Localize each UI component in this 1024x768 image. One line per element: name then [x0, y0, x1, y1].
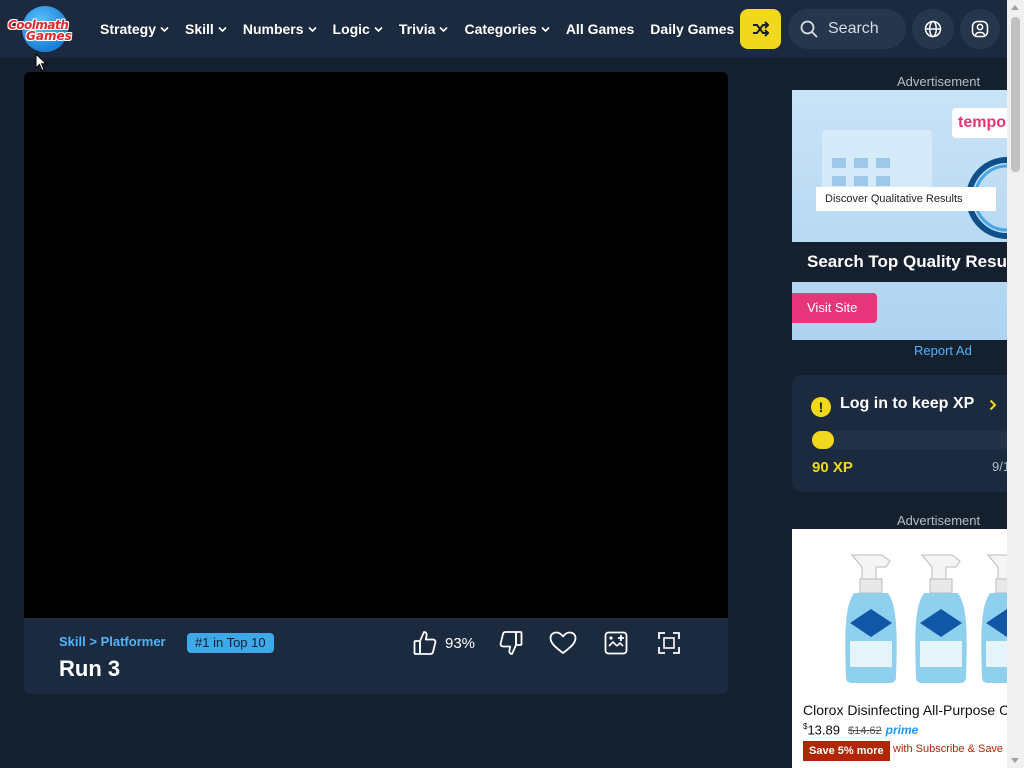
top-header: Coolmath Games Strategy Skill Numbers Lo…: [0, 0, 1024, 58]
nav-numbers[interactable]: Numbers: [243, 21, 317, 37]
globe-icon: [924, 20, 942, 38]
ad-pill-text: Discover Qualitative Results: [816, 187, 996, 211]
add-to-list-button[interactable]: [604, 628, 628, 658]
logo-line2: Games: [26, 29, 72, 43]
subscribe-save-text: with Subscribe & Save: [893, 743, 1004, 755]
nav-label: Trivia: [398, 21, 436, 37]
nav-label: Categories: [464, 21, 537, 37]
breadcrumb: Skill > Platformer: [59, 634, 166, 649]
language-button[interactable]: [912, 9, 954, 49]
visit-site-button[interactable]: Visit Site: [792, 293, 877, 323]
ad-product-clorox[interactable]: Clorox Disinfecting All-Purpose C $13.89…: [792, 529, 1007, 768]
ad-banner-tempo[interactable]: tempo Discover Qualitative Results Searc…: [792, 90, 1007, 340]
product-price: $13.89 $14.62 prime: [803, 722, 918, 737]
mouse-cursor-icon: [35, 53, 47, 72]
old-price: $14.62: [848, 725, 882, 738]
nav-label: Daily Games: [650, 21, 735, 37]
price-value: 13.89: [807, 722, 840, 738]
chevron-down-icon: [439, 25, 449, 34]
nav-trivia[interactable]: Trivia: [399, 21, 449, 37]
nav-label: Numbers: [242, 21, 304, 37]
breadcrumb-subcategory[interactable]: Platformer: [101, 634, 166, 649]
nav-label: Strategy: [100, 21, 157, 37]
prime-badge: prime: [885, 723, 919, 738]
like-button[interactable]: 93%: [413, 628, 475, 658]
search-input[interactable]: Search: [788, 9, 906, 49]
ad-label: Advertisement: [897, 513, 981, 528]
dislike-button[interactable]: [499, 628, 523, 658]
game-canvas[interactable]: [24, 72, 728, 618]
product-title[interactable]: Clorox Disinfecting All-Purpose C: [803, 702, 1007, 718]
xp-value: 90 XP: [812, 459, 853, 476]
search-icon: [800, 20, 818, 38]
xp-card: ! Log in to keep XP 90 XP 9/1: [792, 375, 1007, 492]
chevron-down-icon: [218, 25, 227, 34]
xp-progress-track: [812, 431, 1007, 449]
scroll-up-icon[interactable]: [1011, 5, 1019, 10]
login-xp-link[interactable]: Log in to keep XP: [840, 395, 974, 413]
breadcrumb-category[interactable]: Skill: [59, 634, 86, 649]
xp-date: 9/1: [992, 459, 1007, 474]
chevron-down-icon: [374, 25, 383, 34]
chevron-down-icon: [307, 25, 317, 34]
nav-label: All Games: [565, 21, 635, 37]
chevron-down-icon: [541, 25, 550, 34]
chevron-right-icon: [989, 399, 997, 411]
breadcrumb-separator: >: [89, 634, 97, 649]
warning-icon: !: [811, 397, 831, 417]
nav-categories[interactable]: Categories: [464, 21, 550, 37]
nav-strategy[interactable]: Strategy: [100, 21, 169, 37]
like-percentage: 93%: [445, 634, 476, 652]
page-scrollbar[interactable]: [1007, 0, 1024, 768]
product-image: [845, 554, 897, 683]
ad-label: Advertisement: [897, 74, 981, 89]
nav-label: Logic: [332, 21, 370, 37]
random-game-button[interactable]: [740, 9, 781, 49]
nav-label: Skill: [185, 21, 214, 37]
ad-brand-logo: tempo: [952, 108, 1007, 138]
save-badge: Save 5% more: [803, 741, 890, 761]
heart-icon: [549, 631, 577, 654]
game-card: Skill > Platformer #1 in Top 10 Run 3 93…: [24, 72, 728, 694]
add-to-list-icon: [604, 631, 628, 655]
scroll-thumb[interactable]: [1011, 17, 1020, 172]
ad-headline: Search Top Quality Resu: [792, 242, 1007, 282]
thumbs-down-icon: [499, 631, 523, 655]
chevron-down-icon: [160, 25, 169, 34]
xp-progress-fill: [812, 431, 834, 449]
fullscreen-icon: [658, 632, 680, 654]
thumbs-up-icon: [413, 631, 437, 655]
scroll-down-icon[interactable]: [1011, 758, 1019, 763]
search-placeholder: Search: [828, 20, 879, 37]
main-nav: Strategy Skill Numbers Logic Trivia Cate…: [100, 0, 750, 58]
report-ad-link[interactable]: Report Ad: [914, 343, 972, 358]
product-image: [915, 554, 967, 683]
user-icon: [971, 20, 989, 38]
favorite-button[interactable]: [549, 628, 577, 658]
fullscreen-button[interactable]: [657, 628, 681, 658]
nav-daily-games[interactable]: Daily Games: [650, 21, 734, 37]
site-logo[interactable]: Coolmath Games: [8, 6, 76, 52]
product-image: [981, 554, 1007, 683]
shuffle-icon: [752, 21, 769, 37]
rank-badge[interactable]: #1 in Top 10: [187, 633, 274, 653]
nav-skill[interactable]: Skill: [185, 21, 227, 37]
nav-all-games[interactable]: All Games: [566, 21, 634, 37]
nav-logic[interactable]: Logic: [333, 21, 383, 37]
account-button[interactable]: [960, 9, 1000, 49]
game-title: Run 3: [59, 656, 121, 681]
